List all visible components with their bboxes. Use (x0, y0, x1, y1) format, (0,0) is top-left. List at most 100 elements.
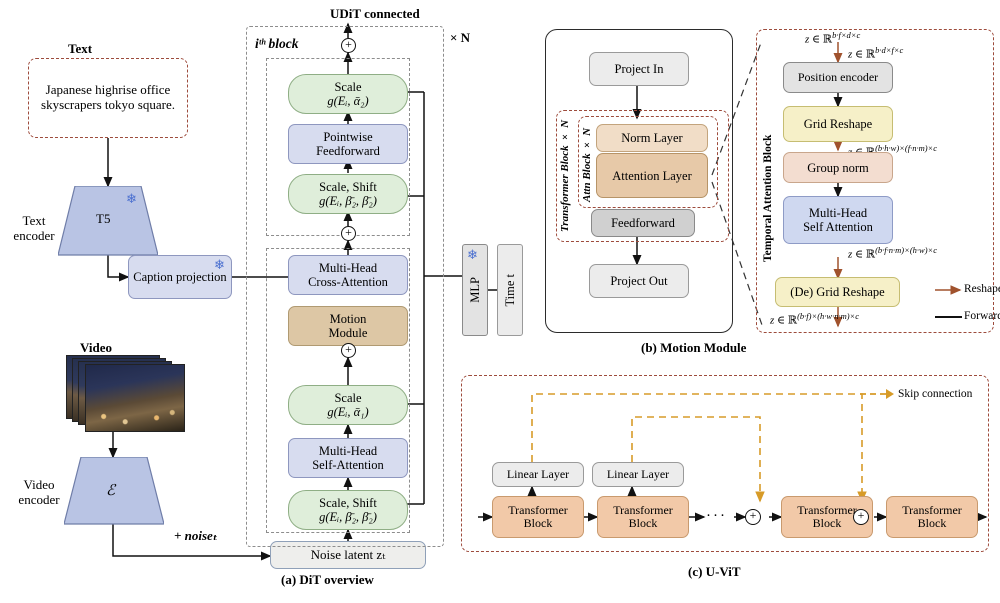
shape-in-top: z ∈ ℝb·f×d×c (805, 30, 861, 46)
times-n-label: × N (450, 30, 471, 45)
add-node-uvit-1: + (745, 508, 761, 525)
video-encoder-label: Video encoder (18, 477, 60, 507)
transformer-block-2: Transformer Block (597, 496, 689, 538)
linear-layer-label: Linear Layer (606, 466, 670, 481)
mlp-label: MLP (468, 277, 482, 303)
ellipsis-label: ··· (706, 508, 727, 524)
transformer-block-line2: Block (812, 516, 842, 530)
scaleshift-beta1-line2: g(Eᵢ, β̄₂, β̄₂) (319, 510, 377, 524)
scale-alpha2-box: Scale g(Eᵢ, ᾱ₂) (288, 74, 408, 114)
pointwise-feedforward-box: Pointwise Feedforward (288, 124, 408, 164)
prompt-text: Japanese highrise office skyscrapers tok… (41, 82, 175, 112)
add-node-top: + (341, 37, 356, 53)
motion-module-box: Motion Module (288, 306, 408, 346)
udit-connected-label: UDiT connected (330, 6, 420, 21)
self-attn-line1: Multi-Head (318, 444, 378, 458)
mhsa-box: Multi-Head Self Attention (783, 196, 893, 244)
figure-root: Text Japanese highrise office skyscraper… (0, 0, 1000, 603)
legend-reshape-label: Reshape (964, 283, 1000, 295)
pointwise-line1: Pointwise (323, 130, 373, 144)
linear-layer-label: Linear Layer (506, 466, 570, 481)
text-encoder-label: Text encoder (13, 213, 55, 243)
mhsa-line2: Self Attention (803, 220, 873, 234)
feedforward-label: Feedforward (611, 216, 675, 230)
panel-c-caption: (c) U-ViT (688, 564, 741, 579)
transformer-block-4: Transformer Block (886, 496, 978, 538)
motion-line1: Motion (329, 312, 367, 326)
scale-alpha2-line1: Scale (334, 80, 362, 94)
cross-attn-line1: Multi-Head (318, 261, 378, 275)
snowflake-icon: ❄ (214, 257, 225, 272)
text-label: Text (68, 41, 93, 56)
feedforward-box: Feedforward (591, 209, 695, 237)
transformer-block-1: Transformer Block (492, 496, 584, 538)
ith-block-label: iᵗʰ block (255, 36, 299, 51)
transformer-block-line2: Block (917, 516, 947, 530)
linear-layer-box-2: Linear Layer (592, 462, 684, 487)
project-out-label: Project Out (610, 274, 668, 288)
scale-shift-beta1-box: Scale, Shift g(Eᵢ, β̄₂, β̄₂) (288, 490, 408, 530)
transformer-block-line1: Transformer (613, 502, 673, 517)
panel-b-caption: (b) Motion Module (641, 340, 747, 355)
mhsa-line1: Multi-Head (808, 206, 868, 220)
caption-projection-label: Caption projection (133, 269, 227, 284)
noise-latent-label: Noise latent zₜ (310, 546, 386, 562)
video-frame (85, 364, 185, 432)
scaleshift-beta2-line2: g(Eᵢ, β̄₂, β̄₂) (319, 194, 377, 208)
grid-reshape-box: Grid Reshape (783, 106, 893, 142)
transformer-block-line1: Transformer (797, 502, 857, 517)
scale-alpha2-line2: g(Eᵢ, ᾱ₂) (327, 94, 369, 108)
norm-layer-label: Norm Layer (621, 131, 683, 145)
transformer-block-line2: Block (628, 516, 658, 530)
shape-in-second: z ∈ ℝb·d×f×c (848, 45, 904, 61)
transformer-block-line2: Block (523, 516, 553, 530)
t5-label: T5 (96, 211, 111, 226)
position-encoder-label: Position encoder (797, 69, 879, 84)
legend-forward-label: Forward (964, 310, 1000, 322)
transformer-block-line1: Transformer (508, 502, 568, 517)
scale-shift-beta2-box: Scale, Shift g(Eᵢ, β̄₂, β̄₂) (288, 174, 408, 214)
vae-label: ℰ (106, 483, 116, 499)
norm-layer-box: Norm Layer (596, 124, 708, 152)
project-out-box: Project Out (589, 264, 689, 298)
scaleshift-beta2-line1: Scale, Shift (319, 180, 377, 194)
project-in-box: Project In (589, 52, 689, 86)
attention-layer-box: Attention Layer (596, 153, 708, 198)
transformer-block-n-label: Transformer Block × N (559, 119, 571, 232)
self-attn-line2: Self-Attention (312, 458, 384, 472)
skip-legend-icon (860, 389, 894, 399)
group-norm-label: Group norm (807, 160, 869, 175)
group-norm-box: Group norm (783, 152, 893, 183)
pointwise-line2: Feedforward (316, 144, 380, 158)
de-grid-reshape-label: (De) Grid Reshape (790, 285, 885, 299)
scaleshift-beta1-line1: Scale, Shift (319, 496, 377, 510)
shape-out-bottom: z ∈ ℝ(b·f)×(h·w·n·m)×c (770, 311, 860, 327)
time-label: Time t (503, 273, 517, 307)
motion-line2: Module (328, 326, 368, 340)
de-grid-reshape-box: (De) Grid Reshape (775, 277, 900, 307)
attention-layer-label: Attention Layer (612, 168, 692, 183)
project-in-label: Project In (614, 62, 664, 76)
scale-alpha1-box: Scale g(Eᵢ, ᾱ₁) (288, 385, 408, 425)
add-noise-label: + noiseₜ (174, 528, 218, 543)
cross-attn-line2: Cross-Attention (308, 275, 388, 289)
add-node-mid: + (341, 225, 356, 241)
grid-reshape-label: Grid Reshape (803, 117, 873, 131)
video-label: Video (80, 340, 113, 355)
scale-alpha1-line2: g(Eᵢ, ᾱ₁) (327, 405, 369, 419)
self-attention-box: Multi-Head Self-Attention (288, 438, 408, 478)
prompt-box: Japanese highrise office skyscrapers tok… (28, 58, 188, 138)
shape-after-mhsa: z ∈ ℝ(b·f·n·m)×(h·w)×c (848, 245, 938, 261)
transformer-block-line1: Transformer (902, 502, 962, 517)
add-node-bottom: + (341, 342, 356, 358)
add-node-uvit-2: + (853, 508, 869, 525)
linear-layer-box-1: Linear Layer (492, 462, 584, 487)
time-box: Time t (497, 244, 523, 336)
cross-attention-box: Multi-Head Cross-Attention (288, 255, 408, 295)
attn-block-n-label: Attn Block × N (581, 127, 593, 202)
position-encoder-box: Position encoder (783, 62, 893, 93)
scale-alpha1-line1: Scale (334, 391, 362, 405)
panel-a-caption: (a) DiT overview (281, 572, 374, 587)
snowflake-icon: ❄ (467, 247, 478, 262)
snowflake-icon: ❄ (126, 191, 137, 206)
